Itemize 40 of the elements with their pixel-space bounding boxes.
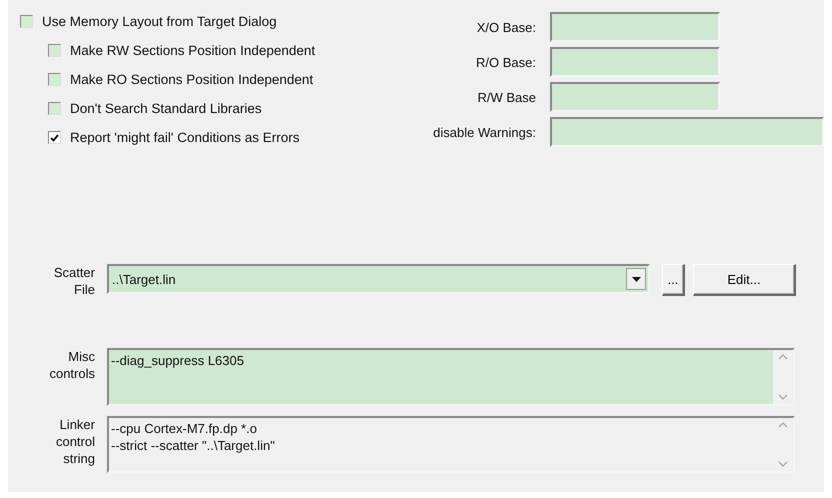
scroll-up-icon[interactable] [778, 422, 788, 428]
checkbox-label: Use Memory Layout from Target Dialog [42, 14, 277, 29]
checkbox-label: Make RW Sections Position Independent [70, 43, 316, 58]
checkbox[interactable] [48, 131, 61, 144]
checkbox[interactable] [20, 15, 33, 28]
checkbox[interactable] [48, 44, 61, 57]
field-label: File [74, 281, 95, 298]
text-line: --cpu Cortex-M7.fp.dp *.o [111, 420, 257, 437]
checkbox[interactable] [48, 102, 61, 115]
field-label: Scatter [54, 264, 95, 281]
scroll-down-icon[interactable] [778, 461, 788, 467]
checkbox-label: Make RO Sections Position Independent [70, 72, 314, 87]
linker-control-field[interactable]: --cpu Cortex-M7.fp.dp *.o --strict --scatter "..\Target.lin" [107, 416, 795, 473]
input-field[interactable] [550, 47, 720, 77]
input-field[interactable] [550, 82, 720, 112]
scroll-up-icon[interactable] [778, 354, 788, 360]
field-label: control [56, 433, 95, 450]
field-label: X/O Base: [476, 20, 536, 34]
scatter-file-combobox[interactable]: ..\Target.lin [107, 264, 650, 294]
field-label: R/W Base [476, 90, 536, 104]
input-field[interactable] [550, 12, 720, 42]
field-label: disable Warnings: [432, 124, 536, 140]
field-label: R/O Base: [475, 54, 536, 70]
checkbox-label: Don't Search Standard Libraries [70, 101, 262, 116]
misc-controls-field[interactable]: --diag_suppress L6305 [107, 348, 795, 406]
field-label: controls [49, 365, 95, 382]
combobox-value: ..\Target.lin [112, 272, 177, 286]
check-icon [50, 134, 59, 142]
edit-button[interactable]: Edit... [693, 264, 796, 296]
field-label: Linker [60, 416, 95, 433]
text-line: --strict --scatter "..\Target.lin" [111, 437, 275, 454]
checkbox-label: Report 'might fail' Conditions as Errors [70, 130, 300, 145]
scroll-down-icon[interactable] [778, 394, 788, 400]
checkbox[interactable] [48, 73, 61, 86]
text-line: --diag_suppress L6305 [111, 352, 244, 369]
field-label: Misc [68, 348, 95, 365]
dropdown-icon[interactable] [632, 276, 640, 282]
input-field[interactable] [550, 117, 824, 147]
browse-button[interactable]: ... [662, 264, 685, 296]
field-label: string [63, 450, 95, 467]
